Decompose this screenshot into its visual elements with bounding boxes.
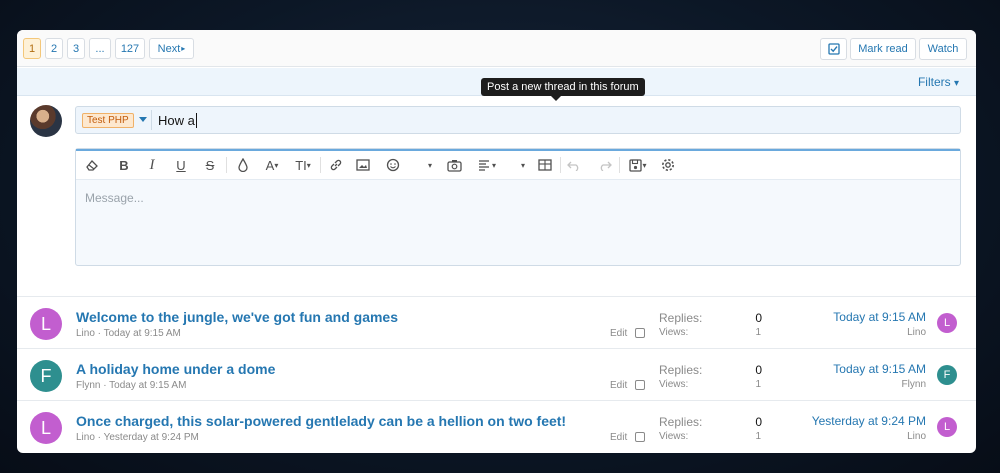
page-nav-bar: 1 2 3 ... 127 Next ▸ Mark read Watch bbox=[17, 30, 976, 67]
edit-link[interactable]: Edit bbox=[610, 328, 627, 339]
page-2[interactable]: 2 bbox=[45, 38, 63, 59]
image-icon[interactable] bbox=[355, 157, 371, 173]
thread-title-link[interactable]: Once charged, this solar-powered gentlel… bbox=[76, 413, 566, 429]
chevron-down-icon: ▾ bbox=[953, 78, 959, 89]
redo-icon[interactable] bbox=[597, 157, 613, 173]
views-count: 1 bbox=[755, 431, 761, 442]
replies-count: 0 bbox=[755, 311, 762, 325]
edit-link[interactable]: Edit bbox=[610, 432, 627, 443]
filters-menu[interactable]: Filters ▾ bbox=[918, 75, 959, 89]
replies-count: 0 bbox=[755, 363, 762, 377]
toolbar-divider bbox=[320, 157, 321, 173]
last-post-user[interactable]: Lino bbox=[907, 327, 926, 338]
replies-label: Replies: bbox=[659, 363, 703, 377]
views-count: 1 bbox=[755, 379, 761, 390]
views-label: Views: bbox=[659, 431, 689, 442]
emoji-dropdown-icon[interactable]: ▾ bbox=[425, 157, 435, 173]
undo-icon[interactable] bbox=[566, 157, 582, 173]
next-arrow-icon: ▸ bbox=[181, 44, 186, 53]
toolbar-divider bbox=[226, 157, 227, 173]
thread-author-avatar[interactable]: L bbox=[30, 412, 62, 444]
page-3[interactable]: 3 bbox=[67, 38, 85, 59]
eraser-icon[interactable] bbox=[84, 157, 100, 173]
last-post-user[interactable]: Flynn bbox=[902, 379, 926, 390]
font-family-icon[interactable]: A ▾ bbox=[261, 157, 283, 173]
align-icon[interactable]: ▾ bbox=[475, 157, 499, 173]
last-poster-avatar[interactable]: L bbox=[937, 417, 957, 437]
table-icon[interactable] bbox=[537, 157, 553, 173]
select-thread-checkbox[interactable] bbox=[635, 380, 645, 390]
select-thread-checkbox[interactable] bbox=[635, 328, 645, 338]
emoji-icon[interactable] bbox=[385, 157, 401, 173]
strikethrough-icon[interactable]: S bbox=[202, 157, 218, 173]
insert-dropdown-icon[interactable]: ▾ bbox=[518, 157, 528, 173]
thread-row[interactable]: L Welcome to the jungle, we've got fun a… bbox=[17, 296, 976, 347]
next-label: Next bbox=[157, 42, 181, 55]
toolbar-divider bbox=[619, 157, 620, 173]
last-poster-avatar[interactable]: L bbox=[937, 313, 957, 333]
message-textarea[interactable]: Message... bbox=[85, 191, 144, 205]
views-count: 1 bbox=[755, 327, 761, 338]
message-editor: B I U S A ▾ TI ▾ ▾ ▾ ▾ ▾ Message... bbox=[75, 148, 961, 266]
watch-button[interactable]: Watch bbox=[919, 38, 967, 60]
thread-row[interactable]: F A holiday home under a dome Flynn · To… bbox=[17, 348, 976, 399]
select-thread-checkbox[interactable] bbox=[635, 432, 645, 442]
thread-author-avatar[interactable]: L bbox=[30, 308, 62, 340]
page-last[interactable]: 127 bbox=[115, 38, 145, 59]
link-icon[interactable] bbox=[328, 157, 344, 173]
thread-title-field[interactable]: Test PHP How a bbox=[75, 106, 961, 134]
thread-prefix-badge[interactable]: Test PHP bbox=[82, 113, 134, 128]
replies-label: Replies: bbox=[659, 311, 703, 325]
thread-meta: Lino · Yesterday at 9:24 PM bbox=[76, 432, 199, 443]
drafts-icon[interactable]: ▾ bbox=[626, 157, 650, 173]
replies-count: 0 bbox=[755, 415, 762, 429]
thread-title-link[interactable]: A holiday home under a dome bbox=[76, 361, 275, 377]
last-post-date-link[interactable]: Today at 9:15 AM bbox=[833, 362, 926, 376]
page-1[interactable]: 1 bbox=[23, 38, 41, 59]
italic-icon[interactable]: I bbox=[144, 157, 160, 173]
thread-title-value: How a bbox=[158, 113, 195, 128]
thread-title-link[interactable]: Welcome to the jungle, we've got fun and… bbox=[76, 309, 398, 325]
prefix-dropdown-icon[interactable] bbox=[139, 117, 147, 122]
bold-icon[interactable]: B bbox=[116, 157, 132, 173]
underline-icon[interactable]: U bbox=[173, 157, 189, 173]
replies-label: Replies: bbox=[659, 415, 703, 429]
font-size-icon[interactable]: TI ▾ bbox=[290, 157, 316, 173]
last-post-date-link[interactable]: Today at 9:15 AM bbox=[833, 310, 926, 324]
next-page-button[interactable]: Next ▸ bbox=[149, 38, 194, 59]
filters-label: Filters bbox=[917, 75, 951, 89]
last-poster-avatar[interactable]: F bbox=[937, 365, 957, 385]
edit-link[interactable]: Edit bbox=[610, 380, 627, 391]
last-post-date-link[interactable]: Yesterday at 9:24 PM bbox=[812, 414, 926, 428]
views-label: Views: bbox=[659, 379, 689, 390]
last-post-user[interactable]: Lino bbox=[907, 431, 926, 442]
thread-author-avatar[interactable]: F bbox=[30, 360, 62, 392]
thread-meta: Flynn · Today at 9:15 AM bbox=[76, 380, 187, 391]
checkbox-icon bbox=[827, 43, 840, 55]
forum-panel: 1 2 3 ... 127 Next ▸ Mark read Watch Filt… bbox=[17, 30, 976, 453]
thread-title-input[interactable]: How a bbox=[158, 113, 197, 128]
views-label: Views: bbox=[659, 327, 689, 338]
prefix-divider bbox=[151, 110, 152, 130]
text-cursor bbox=[195, 113, 197, 128]
toolbar-divider bbox=[560, 157, 561, 173]
thread-row[interactable]: L Once charged, this solar-powered gentl… bbox=[17, 400, 976, 451]
editor-toolbar: B I U S A ▾ TI ▾ ▾ ▾ ▾ ▾ bbox=[76, 151, 960, 180]
mark-read-button[interactable]: Mark read bbox=[850, 38, 916, 60]
text-color-icon[interactable] bbox=[236, 157, 250, 173]
current-user-avatar bbox=[30, 105, 62, 137]
select-threads-button[interactable] bbox=[820, 38, 847, 60]
page-ellipsis[interactable]: ... bbox=[89, 38, 111, 59]
thread-meta: Lino · Today at 9:15 AM bbox=[76, 328, 181, 339]
camera-icon[interactable] bbox=[446, 157, 462, 173]
new-thread-tooltip: Post a new thread in this forum bbox=[481, 78, 645, 101]
settings-icon[interactable] bbox=[660, 157, 676, 173]
